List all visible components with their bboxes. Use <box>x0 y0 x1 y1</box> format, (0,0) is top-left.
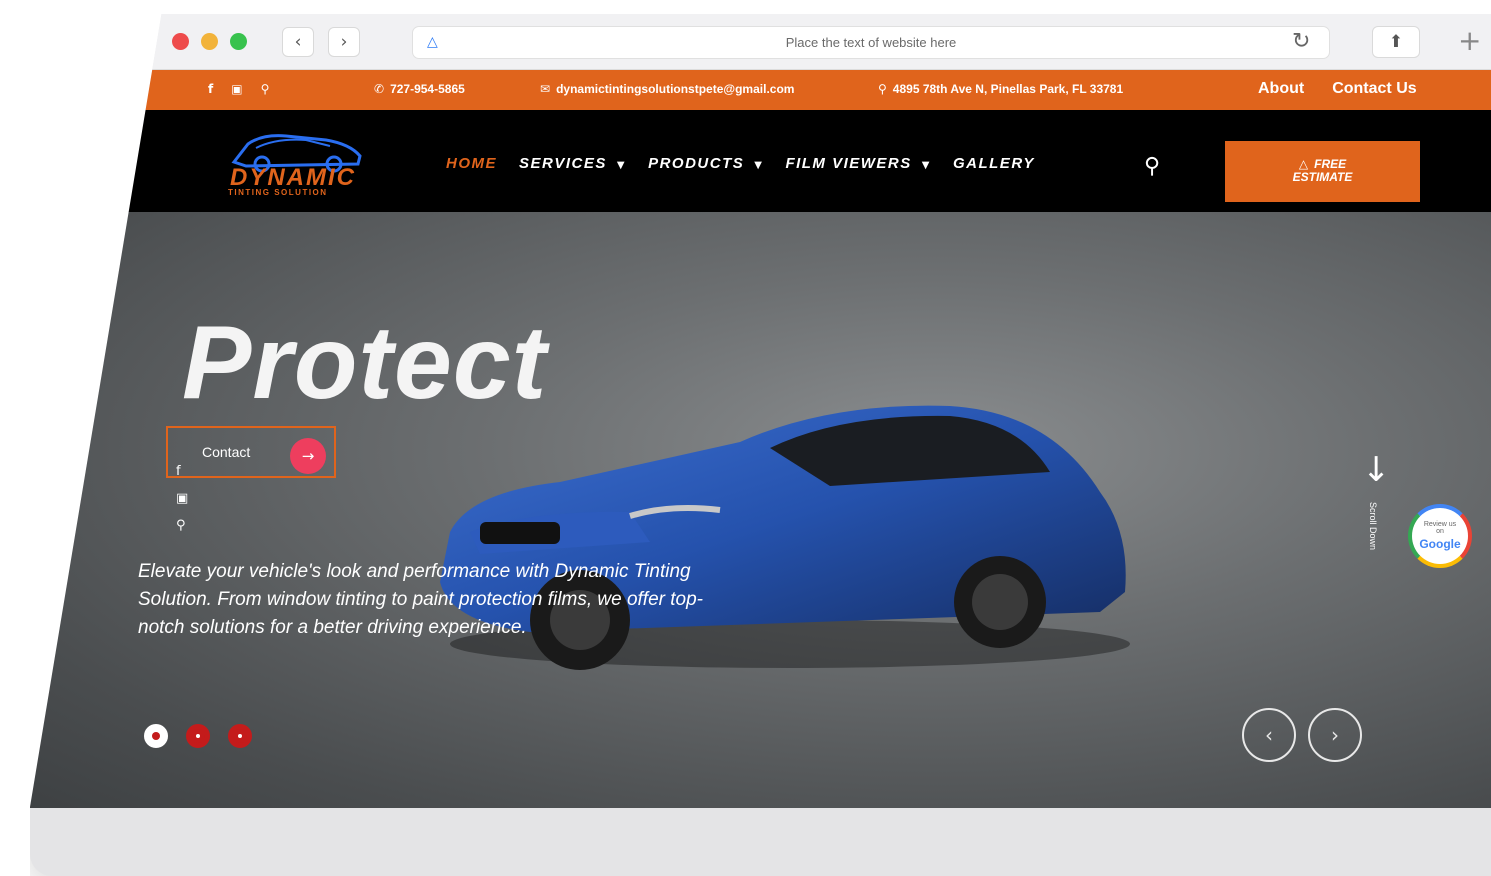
estimate-line1: FREE <box>1314 157 1347 171</box>
estimate-line2: ESTIMATE <box>1292 170 1353 184</box>
menu-item-film-viewers[interactable]: FILM VIEWERS ▼ <box>785 155 931 172</box>
arrow-right-icon: → <box>290 438 326 474</box>
address-text: Place the text of website here <box>785 35 957 50</box>
topbar-links: About Contact Us <box>1258 80 1417 98</box>
menu-item-gallery[interactable]: GALLERY <box>953 155 1035 172</box>
hero-title: Protect <box>182 305 548 421</box>
contact-label: Contact <box>202 444 251 460</box>
fire-icon: △ <box>1298 157 1309 171</box>
slider-next-button[interactable]: › <box>1308 708 1362 762</box>
browser-mockup: ‹ › △ Place the text of website here ↻ ⬆… <box>0 0 1491 876</box>
contact-us-link[interactable]: Contact Us <box>1332 80 1416 98</box>
caret-down-icon: ▼ <box>616 160 627 171</box>
chevron-right-icon: › <box>340 32 348 52</box>
badge-line1: Review us <box>1423 521 1457 528</box>
logo-subtext: TINTING SOLUTION <box>228 188 328 197</box>
free-estimate-button[interactable]: △ FREE ESTIMATE <box>1225 141 1420 202</box>
location-pin-icon[interactable]: ⚲ <box>261 82 270 96</box>
facebook-icon[interactable]: f <box>208 82 213 96</box>
menu-item-services[interactable]: SERVICES ▼ <box>519 155 626 172</box>
forward-button[interactable]: › <box>328 27 360 57</box>
scroll-down[interactable]: ↓ Scroll Down <box>1362 450 1391 550</box>
back-button[interactable]: ‹ <box>282 27 314 57</box>
google-review-badge[interactable]: Review us on Google <box>1408 504 1472 568</box>
chevron-left-icon: ‹ <box>1265 723 1273 747</box>
browser-chrome: ‹ › △ Place the text of website here ↻ ⬆… <box>30 14 1491 70</box>
chevron-right-icon: › <box>1331 723 1339 747</box>
address-link[interactable]: ⚲ 4895 78th Ave N, Pinellas Park, FL 3378… <box>878 82 1123 96</box>
location-pin-icon[interactable]: ⚲ <box>176 518 188 533</box>
hero-socials: f ▣ ⚲ <box>176 464 188 545</box>
caret-down-icon: ▼ <box>754 160 764 171</box>
share-button[interactable]: ⬆ <box>1372 26 1420 58</box>
menu-label: PRODUCTS <box>648 155 745 172</box>
instagram-icon[interactable]: ▣ <box>231 82 242 96</box>
badge-line2: on <box>1436 528 1444 535</box>
logo-text: DYNAMIC <box>230 164 356 191</box>
hero-description: Elevate your vehicle's look and performa… <box>138 561 703 638</box>
menu-item-products[interactable]: PRODUCTS ▼ <box>648 155 763 172</box>
search-icon[interactable]: ⚲ <box>1144 154 1160 179</box>
window-controls <box>172 33 247 50</box>
slider-prev-button[interactable]: ‹ <box>1242 708 1296 762</box>
menu-label: FILM VIEWERS <box>785 155 912 172</box>
address-bar[interactable]: △ Place the text of website here <box>412 26 1330 59</box>
main-menu: HOME SERVICES ▼ PRODUCTS ▼ FILM VIEWERS ▼ G… <box>446 155 1035 172</box>
minimize-window-button[interactable] <box>201 33 218 50</box>
hero-section: Protect Contact → f ▣ ⚲ Elevate your veh… <box>30 212 1491 808</box>
main-navbar: DYNAMIC TINTING SOLUTION HOME SERVICES ▼ … <box>30 110 1491 212</box>
slider-pagination <box>144 724 252 748</box>
google-logo: Google <box>1419 537 1461 551</box>
address-text: 4895 78th Ave N, Pinellas Park, FL 33781 <box>892 82 1124 96</box>
phone-icon: ✆ <box>374 82 385 96</box>
facebook-icon[interactable]: f <box>176 464 188 479</box>
slide-dot-1[interactable] <box>144 724 168 748</box>
new-tab-icon[interactable]: + <box>1458 24 1481 57</box>
instagram-icon[interactable]: ▣ <box>176 491 188 506</box>
phone-link[interactable]: ✆ 727-954-5865 <box>374 82 465 96</box>
email-link[interactable]: ✉ dynamictintingsolutionstpete@gmail.com <box>540 82 794 96</box>
phone-text: 727-954-5865 <box>390 82 465 96</box>
location-pin-icon: ⚲ <box>878 82 887 96</box>
maximize-window-button[interactable] <box>230 33 247 50</box>
browser-window: ‹ › △ Place the text of website here ↻ ⬆… <box>30 14 1491 876</box>
mail-icon: ✉ <box>540 82 551 96</box>
topbar-socials: f ▣ ⚲ <box>208 82 269 96</box>
reload-icon[interactable]: ↻ <box>1292 29 1310 54</box>
about-link[interactable]: About <box>1258 80 1304 98</box>
email-text: dynamictintingsolutionstpete@gmail.com <box>556 82 795 96</box>
scroll-down-label: Scroll Down <box>1368 502 1378 551</box>
site-logo[interactable]: DYNAMIC TINTING SOLUTION <box>226 126 366 198</box>
slide-dot-2[interactable] <box>186 724 210 748</box>
contact-bar: f ▣ ⚲ ✆ 727-954-5865 ✉ dynamictintingsolut… <box>30 70 1491 110</box>
menu-item-home[interactable]: HOME <box>446 155 497 172</box>
chevron-left-icon: ‹ <box>294 32 302 52</box>
menu-label: SERVICES <box>519 155 607 172</box>
lock-icon: △ <box>427 34 438 50</box>
arrow-down-icon: ↓ <box>1362 450 1391 490</box>
caret-down-icon: ▼ <box>921 160 931 171</box>
hero-contact-button[interactable]: Contact → <box>166 426 336 478</box>
page-bottom <box>30 808 1491 876</box>
slide-dot-3[interactable] <box>228 724 252 748</box>
close-window-button[interactable] <box>172 33 189 50</box>
share-icon: ⬆ <box>1388 32 1404 52</box>
